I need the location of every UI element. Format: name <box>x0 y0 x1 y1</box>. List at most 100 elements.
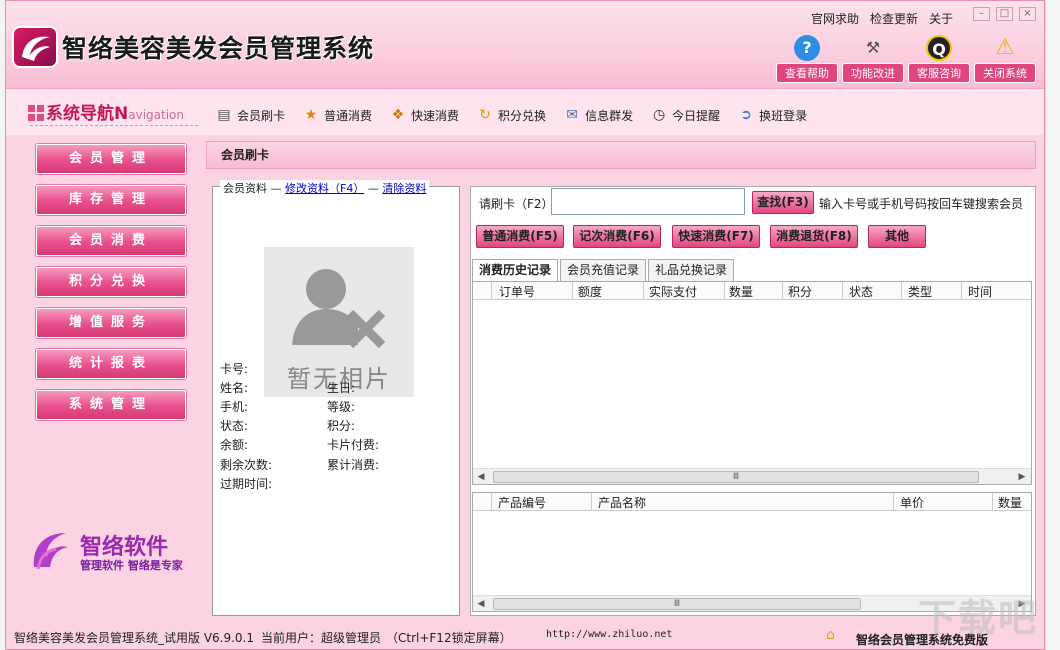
table-header: 订单号 额度 实际支付 数量 积分 状态 类型 时间 <box>473 282 1031 300</box>
record-tabs: 消费历史记录 会员充值记录 礼品兑换记录 <box>472 259 736 282</box>
desktop-background-right <box>1045 0 1060 650</box>
tab-gift-exchange[interactable]: 礼品兑换记录 <box>648 259 735 281</box>
member-photo: 暂无相片 <box>264 247 414 397</box>
sidebar-item-member-management[interactable]: 会员管理 <box>36 144 186 174</box>
quick-consume-button[interactable]: 快速消费(F7) <box>672 225 760 248</box>
column-header[interactable]: 时间 <box>968 283 992 300</box>
about-link[interactable]: 关于 <box>929 10 953 27</box>
column-header[interactable]: 数量 <box>998 494 1022 511</box>
column-header[interactable]: 实际支付 <box>649 283 697 300</box>
field-phone: 手机: <box>220 400 249 414</box>
count-consume-button[interactable]: 记次消费(F6) <box>573 225 661 248</box>
view-help-label: 查看帮助 <box>776 63 838 83</box>
toolbar-label: 积分兑换 <box>498 108 547 123</box>
feature-improve-button[interactable]: ⚒ 功能改进 <box>842 35 904 83</box>
title-bar: 智络美容美发会员管理系统 官网求助 检查更新 关于 – □ × ? 查看帮助 ⚒… <box>6 1 1044 89</box>
field-points: 积分: <box>327 419 356 433</box>
toolbar-points-exchange[interactable]: ↻ 积分兑换 <box>475 106 546 124</box>
close-system-label: 关闭系统 <box>974 63 1036 83</box>
column-header[interactable]: 额度 <box>578 283 602 300</box>
message-icon: ✉ <box>566 107 578 123</box>
member-info-legend: 会员资料 — 修改资料（F4） — 清除资料 <box>220 180 430 196</box>
home-icon: ⌂ <box>826 627 835 643</box>
column-separator <box>491 282 492 300</box>
tab-consumption-history[interactable]: 消费历史记录 <box>472 259 559 282</box>
sidebar-item-reports[interactable]: 统计报表 <box>36 349 186 379</box>
normal-consume-button[interactable]: 普通消费(F5) <box>476 225 564 248</box>
column-header[interactable]: 产品编号 <box>498 494 546 511</box>
scrollbar-thumb[interactable]: Ⅲ <box>493 471 979 483</box>
status-lock-hint: （Ctrl+F12锁定屏幕） <box>386 631 512 645</box>
field-card-no: 卡号: <box>220 362 249 376</box>
tools-icon: ⚒ <box>865 38 881 57</box>
official-help-link[interactable]: 官网求助 <box>811 10 859 27</box>
consume-return-button[interactable]: 消费退货(F8) <box>770 225 858 248</box>
scroll-left-icon[interactable]: ◀ <box>473 469 489 485</box>
minimize-button[interactable]: – <box>973 7 990 21</box>
column-header[interactable]: 数量 <box>729 283 753 300</box>
sidebar-item-points-exchange[interactable]: 积分兑换 <box>36 267 186 297</box>
field-level: 等级: <box>327 400 356 414</box>
column-header[interactable]: 积分 <box>788 283 812 300</box>
horizontal-scrollbar[interactable]: ◀ Ⅲ ▶ <box>473 468 1031 484</box>
member-info-legend-title: 会员资料 <box>223 182 267 195</box>
toolbar-mass-message[interactable]: ✉ 信息群发 <box>562 106 633 124</box>
card-search-input[interactable] <box>551 188 745 215</box>
toolbar-card-swipe[interactable]: ▤ 会员刷卡 <box>214 106 285 124</box>
sidebar-item-value-added[interactable]: 增值服务 <box>36 308 186 338</box>
nav-title-en-first: N <box>114 104 129 124</box>
edit-member-link[interactable]: 修改资料（F4） <box>285 182 364 195</box>
nav-title-text: 系统导航 <box>46 104 114 124</box>
sidebar-item-inventory-management[interactable]: 库存管理 <box>36 185 186 215</box>
clock-icon: ◷ <box>652 107 666 123</box>
quick-consume-icon: ❖ <box>391 107 405 123</box>
customer-service-button[interactable]: Q 客服咨询 <box>908 35 970 83</box>
maximize-button[interactable]: □ <box>996 7 1013 21</box>
toolbar-quick-consume[interactable]: ❖ 快速消费 <box>388 106 459 124</box>
warning-icon: ⚠ <box>995 35 1015 60</box>
close-system-button[interactable]: ⚠ 关闭系统 <box>974 35 1036 83</box>
scrollbar-thumb[interactable]: Ⅲ <box>493 598 861 610</box>
main-panel: 会员刷卡 暂无相片 卡号: 姓名: 手机: 状态: 余额: 剩余次数: 过期时间… <box>206 141 1036 621</box>
find-button[interactable]: 查找(F3) <box>752 191 814 214</box>
toolbar-shift-login[interactable]: ➲ 换班登录 <box>736 106 807 124</box>
qq-icon: Q <box>926 35 952 61</box>
toolbar-normal-consume[interactable]: ★ 普通消费 <box>301 106 372 124</box>
clear-member-link[interactable]: 清除资料 <box>382 182 426 195</box>
scrollbar-grip: Ⅲ <box>732 472 740 482</box>
column-header[interactable]: 订单号 <box>499 283 535 300</box>
column-separator <box>961 282 962 300</box>
column-separator <box>591 493 592 511</box>
scroll-right-icon[interactable]: ▶ <box>1014 469 1030 485</box>
check-update-link[interactable]: 检查更新 <box>870 10 918 27</box>
sidebar-item-member-consumption[interactable]: 会员消费 <box>36 226 186 256</box>
panel-title: 会员刷卡 <box>206 141 1036 169</box>
column-separator <box>724 282 725 300</box>
view-help-button[interactable]: ? 查看帮助 <box>776 35 838 83</box>
status-bar: 智络美容美发会员管理系统_试用版 V6.9.0.1 当前用户：超级管理员 （Ct… <box>6 625 1044 649</box>
exchange-icon: ↻ <box>479 107 491 123</box>
card-operation-box: 请刷卡（F2）: 查找(F3) 输入卡号或手机号码按回车键搜索会员 普通消费(F… <box>470 186 1036 616</box>
search-hint: 输入卡号或手机号码按回车键搜索会员 <box>819 197 1024 211</box>
column-header[interactable]: 产品名称 <box>598 494 646 511</box>
toolbar-label: 信息群发 <box>585 108 634 123</box>
field-name: 姓名: <box>220 381 249 395</box>
toolbar-today-reminder[interactable]: ◷ 今日提醒 <box>649 106 720 124</box>
other-button[interactable]: 其他 <box>868 225 926 248</box>
nav-divider <box>30 125 198 126</box>
tab-recharge-records[interactable]: 会员充值记录 <box>560 259 647 281</box>
status-website-link[interactable]: http://www.zhiluo.net <box>546 629 672 640</box>
close-window-button[interactable]: × <box>1019 7 1036 21</box>
consume-icon: ★ <box>304 107 318 123</box>
field-status: 状态: <box>220 419 249 433</box>
site-watermark: 下载吧 <box>918 596 1039 640</box>
sidebar-item-system-management[interactable]: 系统管理 <box>36 390 186 420</box>
field-card-fee: 卡片付费: <box>327 438 380 452</box>
login-icon: ➲ <box>740 107 752 123</box>
scroll-left-icon[interactable]: ◀ <box>473 596 489 612</box>
column-header[interactable]: 状态 <box>849 283 873 300</box>
column-header[interactable]: 单价 <box>900 494 924 511</box>
column-header[interactable]: 类型 <box>908 283 932 300</box>
feature-improve-label: 功能改进 <box>842 63 904 83</box>
column-separator <box>842 282 843 300</box>
